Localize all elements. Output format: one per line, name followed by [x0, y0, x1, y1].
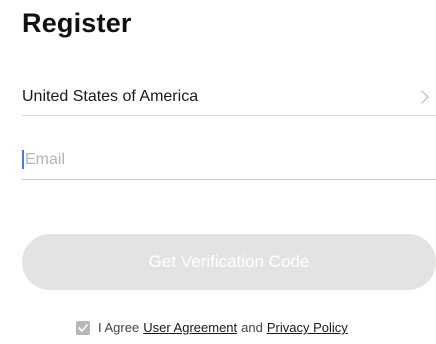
page-title: Register [22, 8, 132, 38]
country-selector[interactable]: United States of America [22, 78, 436, 116]
country-value: United States of America [22, 87, 199, 105]
chevron-right-icon [416, 88, 434, 106]
agreement-checkbox[interactable] [76, 320, 90, 335]
agreement-row: I Agree User Agreement and Privacy Polic… [76, 320, 348, 335]
user-agreement-link[interactable]: User Agreement [143, 320, 237, 335]
agree-conjunction-text: and [241, 320, 263, 335]
privacy-policy-link[interactable]: Privacy Policy [267, 320, 348, 335]
checkmark-icon [78, 323, 88, 332]
get-verification-code-button[interactable]: Get Verification Code [22, 234, 436, 290]
email-field-container [22, 140, 436, 180]
agree-prefix-text: I Agree [98, 320, 140, 335]
register-page: Register United States of America Get Ve… [0, 0, 436, 344]
text-caret [22, 150, 24, 169]
email-input[interactable] [25, 150, 405, 169]
